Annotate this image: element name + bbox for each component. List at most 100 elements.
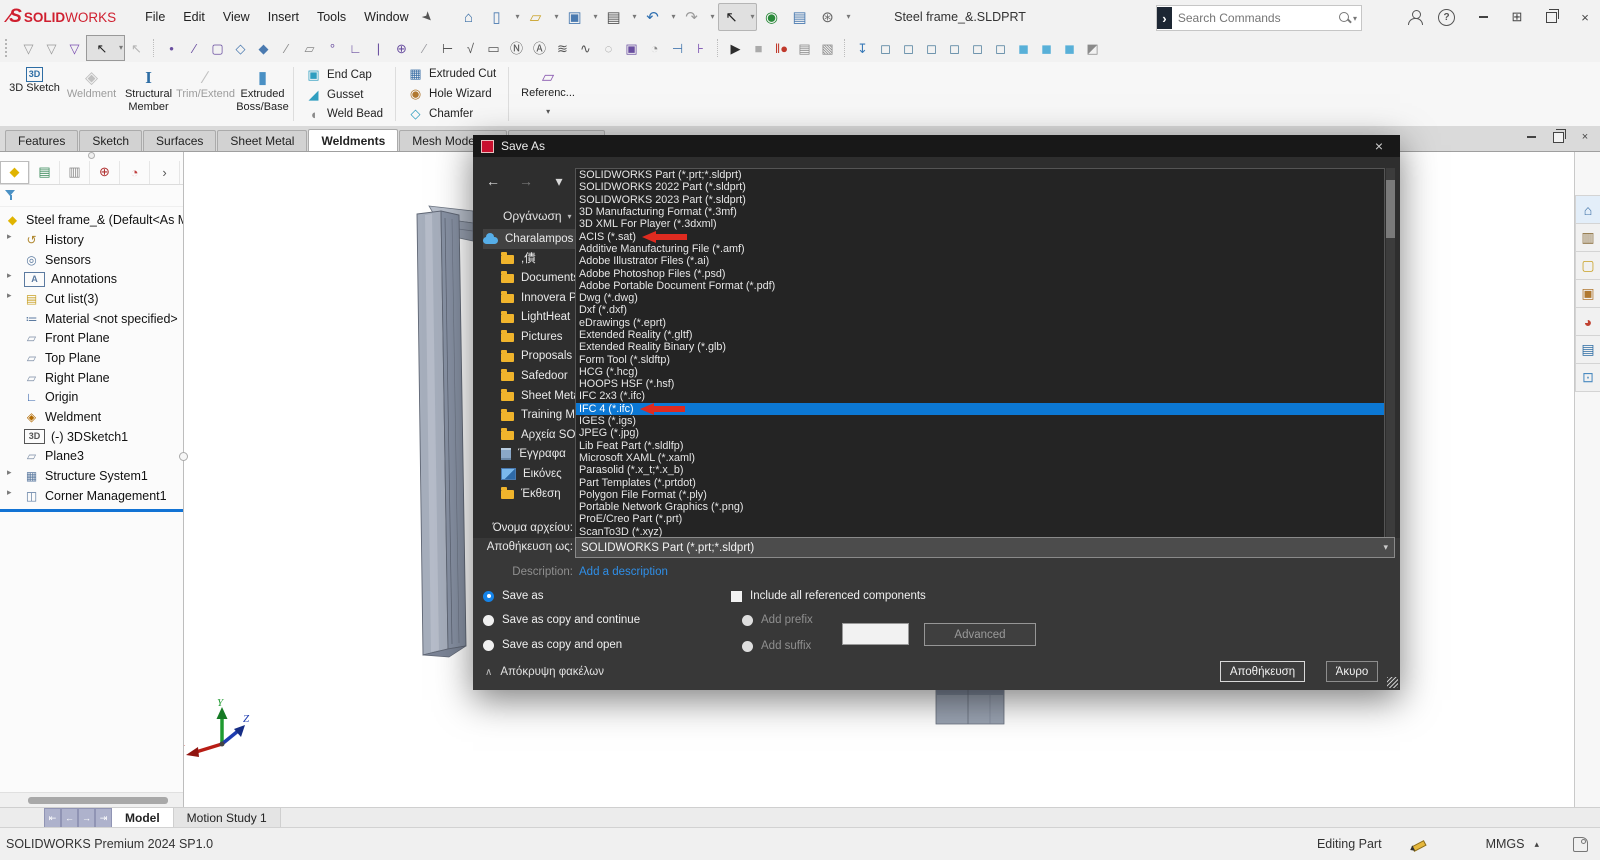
structural-member-button[interactable]: I Structural Member: [120, 62, 177, 126]
save-as-type-combobox[interactable]: SOLIDWORKS Part (*.prt;*.sldprt): [575, 537, 1395, 558]
last-tab-button[interactable]: ⇥: [95, 808, 112, 828]
command-tab[interactable]: Surfaces: [143, 130, 216, 151]
dimetric-view[interactable]: ◼: [1058, 36, 1081, 60]
format-option[interactable]: Adobe Illustrator Files (*.ai): [576, 255, 1384, 267]
tree-item[interactable]: ▤ Cut list(3): [0, 289, 183, 309]
open-button[interactable]: ▱: [523, 4, 560, 30]
format-option[interactable]: Polygon File Format (*.ply): [576, 489, 1384, 501]
filter-cosmetic-threads[interactable]: ◌: [597, 36, 620, 60]
format-option[interactable]: Extended Reality (*.gltf): [576, 329, 1384, 341]
folder-item[interactable]: Proposals: [483, 347, 579, 367]
filter-faces[interactable]: ▢: [206, 36, 229, 60]
menu-item[interactable]: Edit: [174, 6, 214, 28]
doc-restore-button[interactable]: [1551, 130, 1565, 144]
filter-weld-beads[interactable]: ∿: [574, 36, 597, 60]
tree-item[interactable]: A Annotations: [0, 269, 183, 289]
tree-item[interactable]: ▦ Structure System1: [0, 466, 183, 486]
displaymanager-tab[interactable]: ◔: [120, 161, 150, 184]
save-as-radio[interactable]: Save as: [483, 590, 544, 602]
stop-macro[interactable]: ■: [747, 36, 770, 60]
panel-splitter-handle[interactable]: [179, 452, 188, 461]
organize-menu[interactable]: Οργάνωση: [503, 209, 572, 223]
task-home[interactable]: ⌂: [1575, 195, 1600, 224]
featuremanager-tab[interactable]: ◆: [0, 161, 30, 184]
scrollbar-thumb[interactable]: [1386, 180, 1395, 238]
expand-arrow-icon[interactable]: [7, 231, 12, 242]
filter-notes[interactable]: Ⓝ: [505, 36, 528, 60]
format-option[interactable]: SOLIDWORKS 2022 Part (*.sldprt): [576, 181, 1384, 193]
folder-item[interactable]: Charalampos -: [483, 229, 579, 249]
folder-item[interactable]: Έκθεση: [483, 484, 579, 504]
filter-planes[interactable]: ▱: [298, 36, 321, 60]
folder-item[interactable]: Documents: [483, 268, 579, 288]
filter-midpoints[interactable]: |: [367, 36, 390, 60]
add-description-link[interactable]: Add a description: [579, 566, 668, 578]
menu-item[interactable]: Insert: [259, 6, 308, 28]
advanced-select-tool[interactable]: ↖: [125, 36, 148, 60]
pane-expand-tab[interactable]: ›: [150, 161, 180, 184]
folder-item[interactable]: LightHeat: [483, 307, 579, 327]
format-option[interactable]: 3D XML For Player (*.3dxml): [576, 218, 1384, 230]
hole-wizard-button[interactable]: ◉ Hole Wizard: [408, 86, 496, 102]
checkbox-icon[interactable]: [731, 591, 742, 602]
filter-connection-points[interactable]: ⊣: [666, 36, 689, 60]
search-icon[interactable]: [1339, 12, 1347, 24]
command-tab[interactable]: Weldments: [308, 129, 398, 151]
format-list-scrollbar[interactable]: [1386, 168, 1395, 538]
front-view[interactable]: ◻: [874, 36, 897, 60]
tags-icon[interactable]: [1573, 837, 1588, 852]
include-referenced-checkbox[interactable]: Include all referenced components: [731, 590, 926, 602]
radio-icon[interactable]: [483, 640, 494, 651]
menu-item[interactable]: File: [136, 6, 174, 28]
rollback-bar[interactable]: [0, 509, 183, 512]
back-button[interactable]: ←: [485, 173, 501, 190]
folder-item[interactable]: Αρχεία SOLID: [483, 425, 579, 445]
command-tab[interactable]: Sheet Metal: [217, 130, 307, 151]
radio-selected-icon[interactable]: [483, 591, 494, 602]
pin-menu-icon[interactable]: [418, 7, 437, 26]
search-commands-box[interactable]: [1156, 5, 1362, 31]
trimetric-view[interactable]: ◼: [1035, 36, 1058, 60]
forward-button[interactable]: →: [518, 173, 534, 190]
bottom-tab[interactable]: Model: [112, 808, 174, 828]
prefix-suffix-input[interactable]: [842, 623, 909, 645]
right-view[interactable]: ◻: [943, 36, 966, 60]
bottom-view[interactable]: ◻: [989, 36, 1012, 60]
folder-item[interactable]: ,債: [483, 249, 579, 269]
format-option[interactable]: JPEG (*.jpg): [576, 427, 1384, 439]
solidworks-resources[interactable]: ⊡: [1575, 363, 1600, 392]
filter-center-marks[interactable]: ⊕: [390, 36, 413, 60]
prev-tab-button[interactable]: ←: [61, 808, 78, 828]
format-option[interactable]: Adobe Portable Document Format (*.pdf): [576, 280, 1384, 292]
folder-item[interactable]: Pictures: [483, 327, 579, 347]
tree-item[interactable]: ◎ Sensors: [0, 250, 183, 270]
filter-sketch-points[interactable]: °: [321, 36, 344, 60]
radio-icon[interactable]: [483, 615, 494, 626]
tree-filter-row[interactable]: [0, 185, 183, 207]
dialog-close-icon[interactable]: [1366, 138, 1392, 154]
folder-item[interactable]: Training Man: [483, 405, 579, 425]
tree-item[interactable]: ◈ Weldment: [0, 407, 183, 427]
folder-item[interactable]: Εικόνες: [483, 464, 579, 484]
select-tool[interactable]: ↖: [86, 35, 125, 61]
filter-dimensions[interactable]: ⊢: [436, 36, 459, 60]
search-input[interactable]: [1172, 11, 1339, 25]
format-option[interactable]: HCG (*.hcg): [576, 366, 1384, 378]
filter-weld-symbols[interactable]: ≋: [551, 36, 574, 60]
dimxpertmanager-tab[interactable]: ⊕: [90, 161, 120, 184]
filter-sketch-segments[interactable]: ∟: [344, 36, 367, 60]
viewport-grid-button[interactable]: ⊞: [1508, 8, 1526, 26]
options-button[interactable]: ⊛: [815, 4, 852, 30]
record-pause-macro[interactable]: ‖●: [770, 36, 793, 60]
save-button[interactable]: ▣: [562, 4, 599, 30]
toolbar-drag-handle[interactable]: [5, 39, 12, 57]
isometric-view[interactable]: ◼: [1012, 36, 1035, 60]
format-option[interactable]: Additive Manufacturing File (*.amf): [576, 243, 1384, 255]
weld-bead-button[interactable]: ◖ Weld Bead: [306, 107, 383, 122]
tree-root-item[interactable]: ◆ Steel frame_& (Default<As M: [0, 210, 183, 230]
filter-edges[interactable]: ∕: [183, 36, 206, 60]
filter-surface-bodies[interactable]: ◇: [229, 36, 252, 60]
extruded-cut-button[interactable]: ▦ Extruded Cut: [408, 66, 496, 82]
format-option[interactable]: Microsoft XAML (*.xaml): [576, 452, 1384, 464]
extruded-boss-base-button[interactable]: ▮ Extruded Boss/Base: [234, 62, 291, 126]
